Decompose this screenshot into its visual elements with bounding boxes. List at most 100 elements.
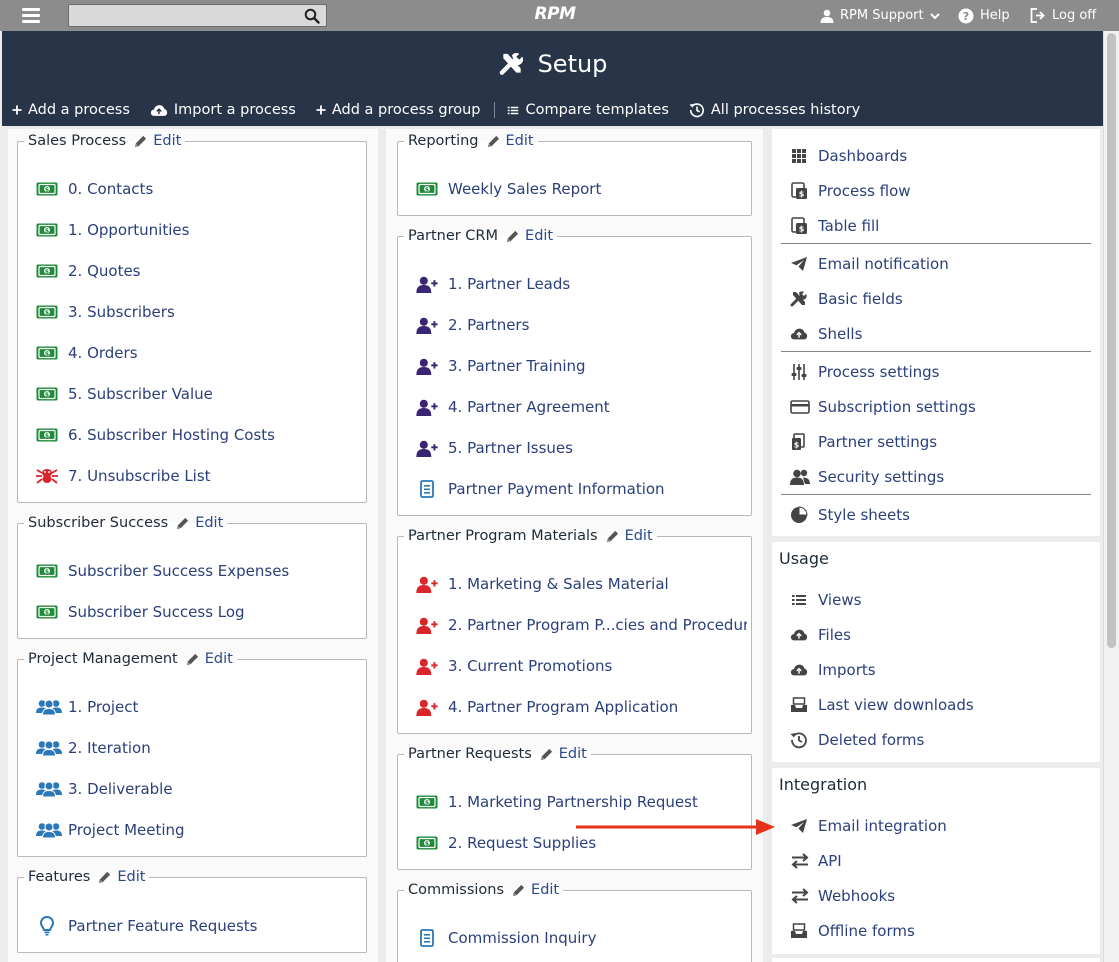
process-link[interactable]: Weekly Sales Report xyxy=(416,180,601,198)
menu-email-notification[interactable]: Email notification xyxy=(790,255,949,273)
help-link[interactable]: ? Help xyxy=(958,0,1010,31)
menu-api[interactable]: API xyxy=(790,852,842,870)
process-link[interactable]: 7. Unsubscribe List xyxy=(36,467,211,485)
menu-offline-forms[interactable]: Offline forms xyxy=(790,922,915,940)
import-process-button[interactable]: Import a process xyxy=(150,102,296,118)
menu-process-flow[interactable]: Process flow xyxy=(790,182,911,200)
menu-deleted-forms[interactable]: Deleted forms xyxy=(790,731,924,749)
process-link[interactable]: 1. Marketing Partnership Request xyxy=(416,793,698,811)
group-title: Partner Requests xyxy=(408,746,532,762)
edit-group-link[interactable]: Edit xyxy=(134,133,181,149)
page-scrollbar[interactable] xyxy=(1103,31,1119,962)
search-input[interactable] xyxy=(69,5,299,26)
help-icon: ? xyxy=(958,8,974,23)
process-link[interactable]: 2. Iteration xyxy=(36,739,151,757)
process-link[interactable]: 6. Subscriber Hosting Costs xyxy=(36,426,275,444)
process-link[interactable]: 3. Partner Training xyxy=(416,357,586,375)
group-header: Partner CRM Edit xyxy=(404,228,557,244)
group-title: Partner CRM xyxy=(408,228,499,244)
group-header: Partner Requests Edit xyxy=(404,746,591,762)
download-tray-icon xyxy=(790,923,808,939)
process-link[interactable]: 5. Partner Issues xyxy=(416,439,573,457)
group-title: Partner Program Materials xyxy=(408,528,598,544)
process-link[interactable]: 3. Subscribers xyxy=(36,303,175,321)
menu-divider xyxy=(781,351,1091,352)
integration-panel: Integration Email integration API Webhoo… xyxy=(772,768,1100,954)
process-link[interactable]: Partner Payment Information xyxy=(416,480,665,498)
menu-process-settings[interactable]: Process settings xyxy=(790,363,940,381)
process-link[interactable]: 3. Current Promotions xyxy=(416,657,612,675)
user-menu[interactable]: RPM Support xyxy=(820,0,940,31)
menu-basic-fields[interactable]: Basic fields xyxy=(790,290,903,308)
edit-group-link[interactable]: Edit xyxy=(540,746,587,762)
user-name: RPM Support xyxy=(840,8,924,23)
edit-group-link[interactable]: Edit xyxy=(506,228,553,244)
menu-table-fill[interactable]: Table fill xyxy=(790,217,879,235)
process-link[interactable]: 2. Partners xyxy=(416,316,529,334)
group-commissions: Commissions Edit Commission Inquiry xyxy=(397,882,752,962)
integration-title: Integration xyxy=(779,775,868,794)
process-link[interactable]: 1. Project xyxy=(36,698,138,716)
edit-group-link[interactable]: Edit xyxy=(512,882,559,898)
process-link[interactable]: Partner Feature Requests xyxy=(36,916,257,936)
menu-partner-settings[interactable]: Partner settings xyxy=(790,433,937,451)
edit-group-link[interactable]: Edit xyxy=(487,133,534,149)
process-link[interactable]: 2. Quotes xyxy=(36,262,141,280)
action-divider xyxy=(494,102,496,118)
cloud-upload-icon xyxy=(790,663,808,677)
plus-icon xyxy=(12,105,22,115)
menu-imports[interactable]: Imports xyxy=(790,661,876,679)
menu-last-view-downloads[interactable]: Last view downloads xyxy=(790,696,974,714)
process-link[interactable]: 0. Contacts xyxy=(36,180,153,198)
process-link[interactable]: 5. Subscriber Value xyxy=(36,385,213,403)
hamburger-menu-icon[interactable] xyxy=(10,5,52,27)
group-features: Features Edit Partner Feature Requests xyxy=(17,869,367,953)
user-plus-icon xyxy=(416,399,438,416)
process-link[interactable]: 3. Deliverable xyxy=(36,780,173,798)
process-link[interactable]: Commission Inquiry xyxy=(416,929,596,947)
log-off-link[interactable]: Log off xyxy=(1030,0,1096,31)
process-link[interactable]: Project Meeting xyxy=(36,821,185,839)
edit-group-link[interactable]: Edit xyxy=(186,651,233,667)
scrollbar-thumb[interactable] xyxy=(1107,33,1116,648)
edit-group-link[interactable]: Edit xyxy=(176,515,223,531)
process-link[interactable]: 4. Orders xyxy=(36,344,138,362)
setup-menu-panel: Dashboards Process flow Table fill Email… xyxy=(772,129,1100,536)
process-link[interactable]: 4. Partner Agreement xyxy=(416,398,610,416)
table-fill-icon xyxy=(790,217,808,235)
pencil-icon xyxy=(186,653,199,666)
add-process-group-button[interactable]: Add a process group xyxy=(316,102,480,118)
list-icon xyxy=(508,106,519,114)
menu-dashboards[interactable]: Dashboards xyxy=(790,147,907,165)
process-link[interactable]: 2. Request Supplies xyxy=(416,834,596,852)
cloud-upload-icon xyxy=(150,104,168,117)
usage-panel: Usage Views Files Imports Last view down… xyxy=(772,542,1100,762)
process-link[interactable]: 1. Partner Leads xyxy=(416,275,570,293)
process-link[interactable]: Subscriber Success Expenses xyxy=(36,562,289,580)
user-plus-icon xyxy=(416,658,438,675)
page-title: Setup xyxy=(537,50,608,78)
menu-views[interactable]: Views xyxy=(790,591,861,609)
usage-title: Usage xyxy=(779,549,829,568)
add-process-button[interactable]: Add a process xyxy=(12,102,130,118)
process-link[interactable]: 4. Partner Program Application xyxy=(416,698,678,716)
search-icon[interactable] xyxy=(304,8,320,24)
process-link[interactable]: Subscriber Success Log xyxy=(36,603,245,621)
menu-security-settings[interactable]: Security settings xyxy=(790,468,944,486)
menu-files[interactable]: Files xyxy=(790,626,851,644)
menu-shells[interactable]: Shells xyxy=(790,325,862,343)
process-link[interactable]: 1. Opportunities xyxy=(36,221,189,239)
compare-templates-button[interactable]: Compare templates xyxy=(507,102,669,118)
menu-subscription-settings[interactable]: Subscription settings xyxy=(790,398,976,416)
lightbulb-icon xyxy=(36,916,58,936)
menu-webhooks[interactable]: Webhooks xyxy=(790,887,895,905)
left-column: Sales Process Edit 0. Contacts 1. Opport… xyxy=(8,129,378,962)
all-processes-history-button[interactable]: All processes history xyxy=(689,102,860,118)
edit-group-link[interactable]: Edit xyxy=(98,869,145,885)
process-link[interactable]: 2. Partner Program P...cies and Procedur… xyxy=(416,616,747,634)
menu-style-sheets[interactable]: Style sheets xyxy=(790,506,910,524)
process-link[interactable]: 1. Marketing & Sales Material xyxy=(416,575,669,593)
edit-group-link[interactable]: Edit xyxy=(606,528,653,544)
document-icon xyxy=(416,929,438,947)
menu-email-integration[interactable]: Email integration xyxy=(790,817,947,835)
